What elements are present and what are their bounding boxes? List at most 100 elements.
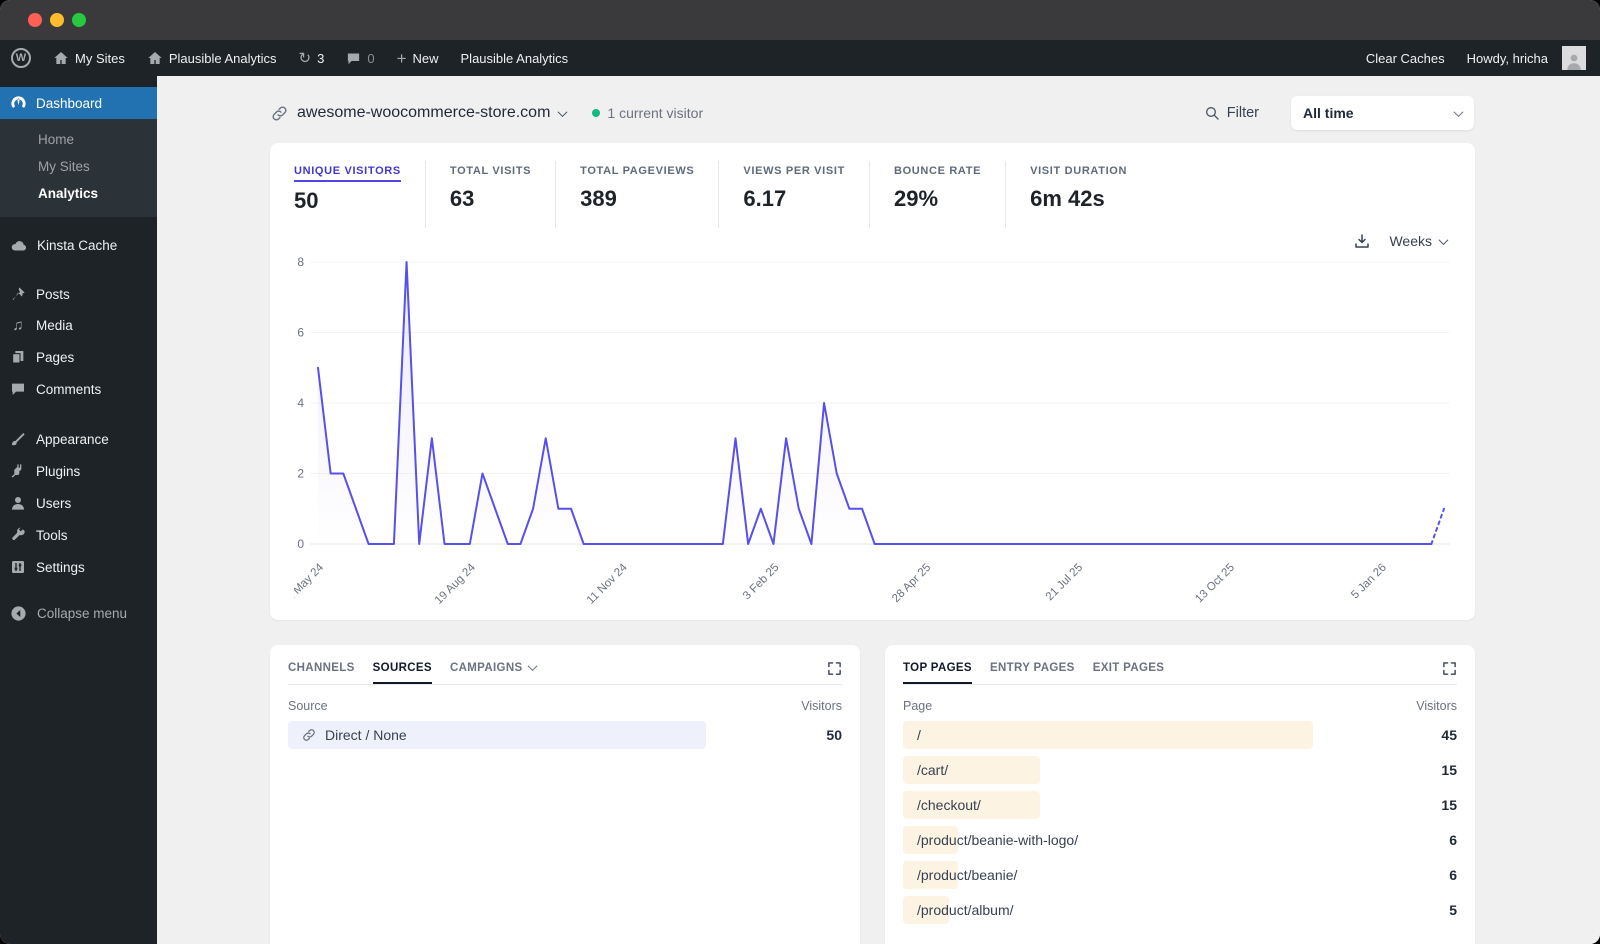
- svg-text:3 Feb 25: 3 Feb 25: [741, 562, 782, 603]
- date-range-select[interactable]: All time: [1291, 96, 1474, 130]
- table-row[interactable]: /product/album/5: [903, 896, 1457, 924]
- chevron-down-icon: [1453, 106, 1464, 117]
- visitors-chart[interactable]: 0 2 4 6 8 31 May 24 19 Aug 24 11 Nov 24 3 Feb 25…: [294, 252, 1451, 622]
- metric-total-visits[interactable]: TOTAL VISITS 63: [449, 161, 557, 228]
- wp-sidebar: Dashboard Home My Sites Analytics Kinsta…: [0, 76, 165, 944]
- pages-expand-button[interactable]: [1442, 661, 1457, 684]
- metric-bounce-rate[interactable]: BOUNCE RATE 29%: [893, 161, 1007, 228]
- metric-value: 63: [449, 186, 475, 211]
- comments-menu[interactable]: 0: [335, 40, 385, 76]
- titlebar: [0, 0, 1600, 40]
- metrics-row: UNIQUE VISITORS 50 TOTAL VISITS 63 TOTAL…: [270, 143, 1475, 228]
- column-header-visitors: Visitors: [1416, 699, 1457, 713]
- current-visitors[interactable]: 1 current visitor: [592, 105, 703, 121]
- sources-expand-button[interactable]: [827, 661, 842, 684]
- collapse-menu-button[interactable]: Collapse menu: [0, 597, 157, 630]
- table-row[interactable]: Direct / None 50: [288, 721, 842, 749]
- pages-tab-entry-pages[interactable]: ENTRY PAGES: [990, 662, 1075, 684]
- svg-text:28 Apr 25: 28 Apr 25: [890, 562, 933, 605]
- sidebar-item-tools[interactable]: Tools: [0, 519, 157, 551]
- interval-select[interactable]: Weeks: [1389, 233, 1449, 249]
- table-row[interactable]: / 45: [903, 721, 1457, 749]
- svg-text:13 Oct 25: 13 Oct 25: [1193, 562, 1237, 606]
- visitors-card: UNIQUE VISITORS 50 TOTAL VISITS 63 TOTAL…: [270, 143, 1475, 620]
- download-icon: [1355, 234, 1370, 248]
- new-content-menu[interactable]: + New: [386, 40, 450, 76]
- sources-tab-campaigns[interactable]: CAMPAIGNS: [450, 661, 537, 684]
- sidebar-item-dashboard[interactable]: Dashboard: [0, 87, 165, 119]
- metric-value: 29%: [893, 186, 939, 211]
- tab-label: CHANNELS: [288, 661, 355, 674]
- comments-count: 0: [367, 50, 375, 66]
- sources-tabs: CHANNELS SOURCES CAMPAIGNS: [270, 645, 860, 684]
- svg-text:5 Jan 26: 5 Jan 26: [1349, 562, 1389, 602]
- row-label: /: [917, 727, 921, 743]
- current-visitors-label: 1 current visitor: [607, 105, 704, 121]
- minimize-window-button[interactable]: [50, 13, 64, 27]
- metric-visit-duration[interactable]: VISIT DURATION 6m 42s: [1030, 161, 1151, 228]
- sidebar-subitem-analytics[interactable]: Analytics: [0, 180, 157, 207]
- expand-icon: [1443, 662, 1456, 675]
- filter-label: Filter: [1226, 105, 1259, 121]
- table-row[interactable]: /product/beanie-with-logo/6: [903, 826, 1457, 854]
- page-title-label: Plausible Analytics: [460, 50, 569, 66]
- wp-admin-bar: W My Sites Plausible Analytics ↻ 3 0 + N…: [0, 40, 1600, 76]
- download-export-button[interactable]: [1353, 232, 1371, 250]
- sidebar-item-plugins[interactable]: Plugins: [0, 455, 157, 487]
- site-switcher[interactable]: awesome-woocommerce-store.com: [271, 104, 568, 122]
- row-bar: [903, 721, 1313, 749]
- page-title-menu[interactable]: Plausible Analytics: [450, 40, 580, 76]
- pages-tab-exit-pages[interactable]: EXIT PAGES: [1093, 662, 1165, 684]
- table-row[interactable]: /checkout/15: [903, 791, 1457, 819]
- updates-menu[interactable]: ↻ 3: [288, 40, 336, 76]
- sidebar-item-comments[interactable]: Comments: [0, 373, 157, 405]
- sidebar-item-pages[interactable]: Pages: [0, 341, 157, 373]
- clear-caches-button[interactable]: Clear Caches: [1355, 40, 1456, 76]
- my-account-menu[interactable]: Howdy, hricha: [1456, 40, 1600, 76]
- sidebar-item-label: Plugins: [36, 463, 81, 479]
- my-sites-menu[interactable]: My Sites: [42, 40, 136, 76]
- multisite-house-icon: [54, 52, 68, 64]
- sidebar-item-label: Settings: [36, 559, 85, 575]
- pages-tab-top-pages[interactable]: TOP PAGES: [903, 662, 972, 684]
- svg-text:0: 0: [297, 537, 304, 551]
- row-value: 50: [826, 727, 842, 743]
- row-value: 6: [1449, 832, 1457, 848]
- tab-label: TOP PAGES: [903, 661, 972, 674]
- row-label: /checkout/: [917, 797, 981, 813]
- sidebar-item-users[interactable]: Users: [0, 487, 157, 519]
- sidebar-subitem-my-sites[interactable]: My Sites: [0, 153, 157, 180]
- sidebar-item-posts[interactable]: Posts: [0, 278, 157, 310]
- table-row[interactable]: /product/beanie/6: [903, 861, 1457, 889]
- metric-views-per-visit[interactable]: VIEWS PER VISIT 6.17: [743, 161, 870, 228]
- pages-rows: / 45/cart/15/checkout/15/product/beanie-w…: [885, 721, 1475, 924]
- link-icon: [303, 729, 315, 741]
- sidebar-item-settings[interactable]: Settings: [0, 551, 157, 583]
- filter-button[interactable]: Filter: [1204, 105, 1259, 121]
- svg-text:8: 8: [297, 255, 304, 269]
- site-name-menu[interactable]: Plausible Analytics: [136, 40, 288, 76]
- table-row[interactable]: /cart/15: [903, 756, 1457, 784]
- column-header-visitors: Visitors: [801, 699, 842, 713]
- sidebar-item-label: Users: [36, 495, 72, 511]
- zoom-window-button[interactable]: [72, 13, 86, 27]
- sidebar-item-appearance[interactable]: Appearance: [0, 423, 157, 455]
- plus-icon: +: [396, 48, 407, 68]
- sidebar-item-kinsta-cache[interactable]: Kinsta Cache: [0, 229, 157, 262]
- sidebar-item-label: Tools: [36, 527, 68, 543]
- sidebar-item-media[interactable]: ♫ Media: [0, 310, 157, 341]
- row-value: 45: [1441, 727, 1457, 743]
- metric-unique-visitors[interactable]: UNIQUE VISITORS 50: [294, 161, 426, 228]
- site-domain-label: awesome-woocommerce-store.com: [297, 104, 551, 121]
- sidebar-subitem-home[interactable]: Home: [0, 126, 157, 153]
- sidebar-item-label: Posts: [36, 286, 70, 302]
- pages-icon: [12, 351, 24, 364]
- metric-total-pageviews[interactable]: TOTAL PAGEVIEWS 389: [580, 161, 720, 228]
- comment-bubble-icon: [348, 53, 360, 64]
- sources-tab-sources[interactable]: SOURCES: [373, 662, 432, 684]
- date-range-value: All time: [1303, 105, 1354, 121]
- close-window-button[interactable]: [28, 13, 42, 27]
- wp-logo-menu[interactable]: W: [0, 40, 42, 76]
- sources-tab-channels[interactable]: CHANNELS: [288, 662, 355, 684]
- avatar: [1562, 46, 1586, 70]
